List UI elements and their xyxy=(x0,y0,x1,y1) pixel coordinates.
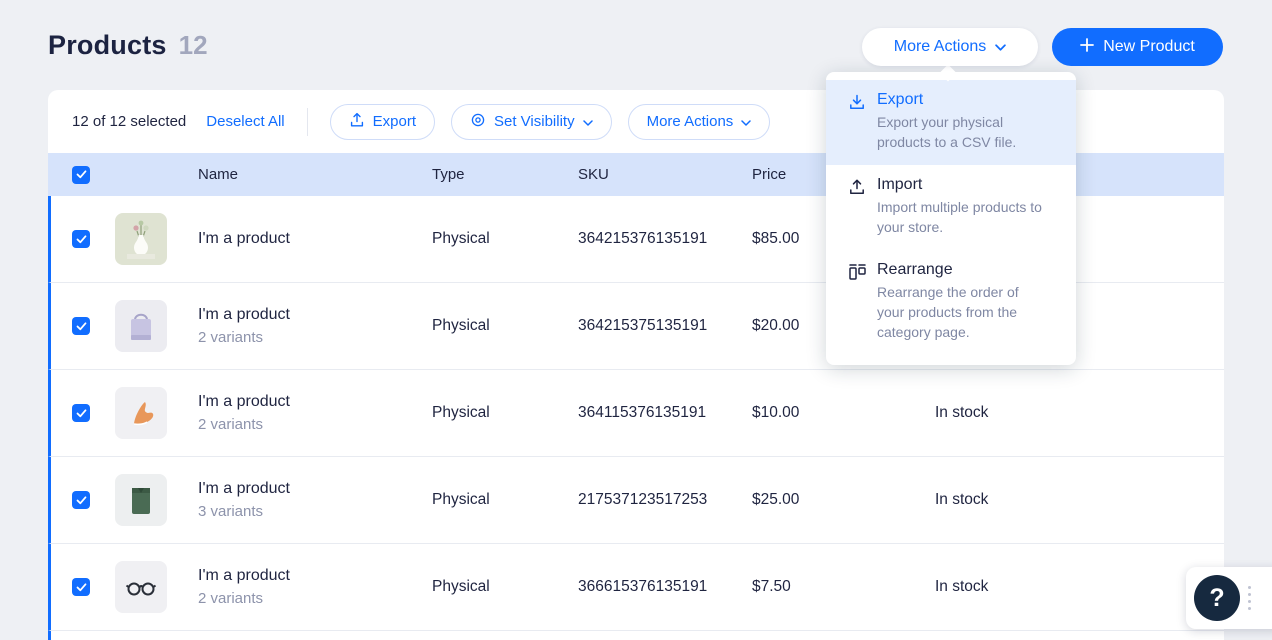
selection-count: 12 of 12 selected xyxy=(72,113,186,130)
product-price: $25.00 xyxy=(752,491,935,509)
product-sku: 217537123517253 xyxy=(578,491,752,509)
more-actions-label: More Actions xyxy=(894,38,986,56)
menu-item-description: Import multiple products to your store. xyxy=(877,198,1049,237)
page-title: Products xyxy=(48,30,167,61)
set-visibility-label: Set Visibility xyxy=(494,113,575,130)
export-label: Export xyxy=(373,113,416,130)
plus-icon xyxy=(1080,38,1094,57)
row-checkbox[interactable] xyxy=(72,317,90,335)
table-row[interactable]: I'm a product 3 variantsPhysical217537123… xyxy=(48,457,1224,544)
product-sku: 364215375135191 xyxy=(578,317,752,335)
export-button[interactable]: Export xyxy=(330,104,435,140)
product-count: 12 xyxy=(179,30,208,61)
menu-item-label: Rearrange xyxy=(877,261,1049,279)
product-name: I'm a product xyxy=(198,480,432,498)
table-more-actions-label: More Actions xyxy=(647,113,734,130)
row-checkbox[interactable] xyxy=(72,578,90,596)
shopping-bag-product-image xyxy=(115,300,167,352)
product-type: Physical xyxy=(432,317,578,335)
product-sku: 366615376135191 xyxy=(578,578,752,596)
new-product-button[interactable]: New Product xyxy=(1052,28,1223,66)
chevron-down-icon xyxy=(583,113,593,130)
menu-item-description: Rearrange the order of your products fro… xyxy=(877,283,1049,342)
product-inventory: In stock xyxy=(935,404,1224,422)
column-header-type[interactable]: Type xyxy=(432,166,578,183)
row-checkbox[interactable] xyxy=(72,491,90,509)
deselect-all-link[interactable]: Deselect All xyxy=(206,113,284,130)
column-header-sku[interactable]: SKU xyxy=(578,166,752,183)
table-row xyxy=(48,631,1224,640)
vase-product-image xyxy=(115,213,167,265)
product-name: I'm a product xyxy=(198,393,432,411)
row-checkbox[interactable] xyxy=(72,230,90,248)
help-widget: ? xyxy=(1186,567,1272,629)
set-visibility-button[interactable]: Set Visibility xyxy=(451,104,612,140)
select-all-checkbox[interactable] xyxy=(72,166,90,184)
menu-item-label: Export xyxy=(877,91,1049,109)
table-row[interactable]: I'm a product 2 variantsPhysical366615376… xyxy=(48,544,1224,631)
glasses-product-image xyxy=(115,561,167,613)
product-name: I'm a product xyxy=(198,306,432,324)
more-actions-menu: Export Export your physical products to a… xyxy=(826,72,1076,365)
page-header: Products 12 xyxy=(48,30,208,61)
menu-item-export[interactable]: Export Export your physical products to a… xyxy=(826,80,1076,165)
product-type: Physical xyxy=(432,230,578,248)
product-variants: 2 variants xyxy=(198,590,432,607)
product-variants: 3 variants xyxy=(198,503,432,520)
product-name: I'm a product xyxy=(198,567,432,585)
table-row[interactable]: I'm a product 2 variantsPhysical364115376… xyxy=(48,370,1224,457)
drag-handle-icon[interactable] xyxy=(1248,586,1251,610)
upload-icon xyxy=(848,178,866,237)
chevron-down-icon xyxy=(741,113,751,130)
table-more-actions-button[interactable]: More Actions xyxy=(628,104,771,140)
menu-item-import[interactable]: Import Import multiple products to your s… xyxy=(826,165,1076,250)
download-icon xyxy=(848,93,866,152)
product-sku: 364215376135191 xyxy=(578,230,752,248)
toolbar-divider xyxy=(307,108,308,136)
product-variants: 2 variants xyxy=(198,329,432,346)
product-type: Physical xyxy=(432,491,578,509)
row-checkbox[interactable] xyxy=(72,404,90,422)
menu-item-description: Export your physical products to a CSV f… xyxy=(877,113,1049,152)
menu-item-rearrange[interactable]: Rearrange Rearrange the order of your pro… xyxy=(826,250,1076,355)
product-price: $7.50 xyxy=(752,578,935,596)
folded-shirt-product-image xyxy=(115,474,167,526)
help-button[interactable]: ? xyxy=(1194,575,1240,621)
column-header-name[interactable]: Name xyxy=(198,166,432,183)
product-inventory: In stock xyxy=(935,578,1224,596)
product-name: I'm a product xyxy=(198,230,432,248)
product-inventory: In stock xyxy=(935,491,1224,509)
more-actions-button[interactable]: More Actions xyxy=(862,28,1038,66)
product-type: Physical xyxy=(432,404,578,422)
product-type: Physical xyxy=(432,578,578,596)
chevron-down-icon xyxy=(995,38,1006,56)
new-product-label: New Product xyxy=(1103,38,1195,56)
menu-notch xyxy=(940,65,957,82)
menu-item-label: Import xyxy=(877,176,1049,194)
product-variants: 2 variants xyxy=(198,416,432,433)
rearrange-icon xyxy=(848,263,866,342)
visibility-icon xyxy=(470,112,486,132)
product-sku: 364115376135191 xyxy=(578,404,752,422)
upload-icon xyxy=(349,112,365,132)
product-price: $10.00 xyxy=(752,404,935,422)
sneaker-product-image xyxy=(115,387,167,439)
